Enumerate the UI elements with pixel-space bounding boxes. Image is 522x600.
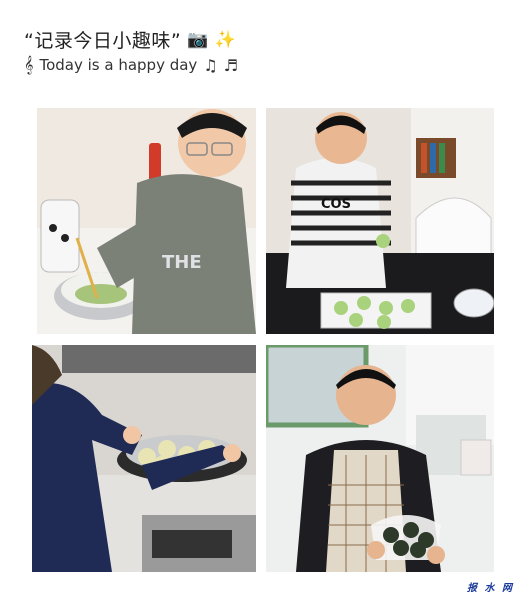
shirt-text: COS <box>321 197 351 212</box>
music-note-icon: ♬ <box>223 55 238 75</box>
page-title: “记录今日小趣味” <box>24 30 182 52</box>
camera-icon: 📷 <box>187 29 209 50</box>
shirt-text: THE <box>162 252 202 273</box>
page-title-row: “记录今日小趣味” 📷 ✨ <box>24 26 237 53</box>
music-score-icon: 𝄞 <box>24 55 34 74</box>
photo-boy-mixing-dough: THE <box>37 108 256 334</box>
page-subtitle: Today is a happy day <box>39 56 198 74</box>
music-notes-icon: ♫ <box>203 55 218 75</box>
photo-boy-shaping-dumplings: COS <box>266 108 494 334</box>
sparkles-icon: ✨ <box>214 29 237 50</box>
photo-boy-holding-dumplings <box>266 345 494 572</box>
page-subtitle-row: 𝄞 Today is a happy day ♫ ♬ <box>24 55 238 75</box>
photo-girl-steaming-dumplings <box>32 345 256 572</box>
watermark-text: 报 水 网 <box>467 583 514 594</box>
